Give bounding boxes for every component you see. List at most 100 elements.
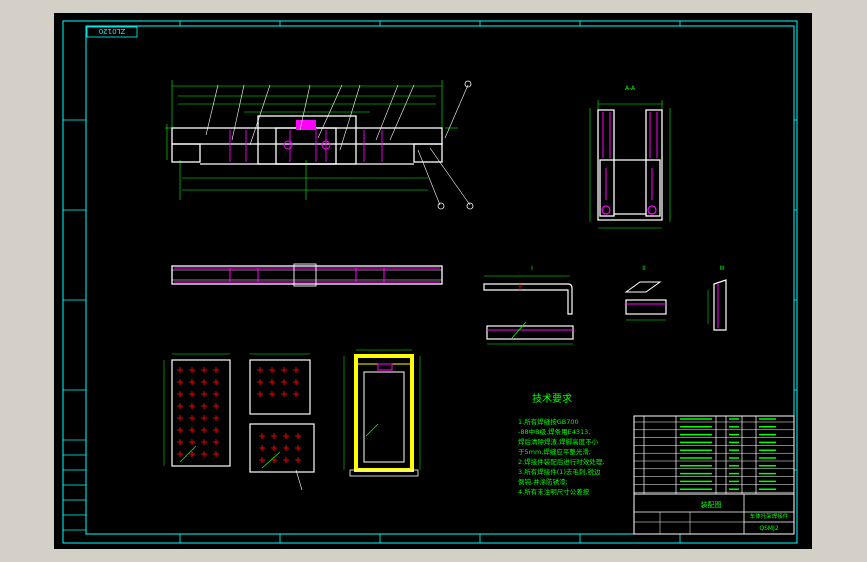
hole-mark: [293, 379, 299, 385]
hole-mark: [213, 451, 219, 457]
detail-small-part: III: [707, 265, 727, 331]
hole-mark: [201, 367, 207, 373]
hole-mark: [257, 391, 263, 397]
hole-mark: [189, 367, 195, 373]
plate-1-dims: [163, 353, 230, 466]
plate-1-crosses: [177, 367, 219, 457]
svg-text:II: II: [642, 265, 646, 272]
svg-text:I: I: [531, 265, 533, 272]
hole-mark: [177, 403, 183, 409]
hole-mark: [201, 451, 207, 457]
part-code: QSMJ2: [759, 525, 778, 532]
tech-req-line-8: 4.所有未注明尺寸公差按: [518, 487, 590, 496]
hole-mark: [201, 415, 207, 421]
frame-inner-outline: [363, 371, 405, 463]
hole-mark: [269, 379, 275, 385]
plate-2: [249, 353, 311, 415]
hole-mark: [269, 391, 275, 397]
hole-mark: [271, 457, 277, 463]
hole-mark: [177, 415, 183, 421]
hole-mark: [283, 445, 289, 451]
detail-bent-plate: I: [483, 265, 574, 345]
tech-req-line-4: 于5mm,焊缝应平整光滑;: [518, 447, 591, 456]
hole-mark: [189, 403, 195, 409]
hole-mark: [293, 367, 299, 373]
side-view-hole-right: [647, 205, 657, 215]
plate-2-crosses: [257, 367, 299, 397]
hole-mark: [177, 451, 183, 457]
hole-mark: [213, 391, 219, 397]
hole-mark: [295, 445, 301, 451]
hole-mark: [281, 379, 287, 385]
hole-mark: [177, 379, 183, 385]
bom-text: [680, 418, 776, 490]
hole-mark: [189, 427, 195, 433]
hole-mark: [259, 457, 265, 463]
plate-1: [163, 353, 231, 467]
hole-mark: [283, 457, 289, 463]
hole-mark: [177, 427, 183, 433]
revision-column: [62, 439, 87, 531]
sub-title: 装配图: [701, 500, 722, 509]
front-view: [165, 80, 474, 210]
svg-text:III: III: [719, 265, 725, 272]
hole-mark: [189, 415, 195, 421]
hole-mark: [283, 433, 289, 439]
hole-mark: [281, 367, 287, 373]
side-view: A-A: [589, 85, 671, 229]
cad-viewport[interactable]: ZL0120 A-A I II III 技术要求 1.所有焊缝按GB700 -8…: [54, 13, 812, 549]
tech-req-line-7: 倒钝,并涂防锈漆;: [518, 477, 568, 486]
title-block: 装配图 车体托架焊接件 QSMJ2: [633, 415, 795, 535]
hole-mark: [201, 379, 207, 385]
front-view-welds: [229, 128, 383, 162]
front-view-balloons: [437, 80, 474, 210]
drawing-canvas: ZL0120 A-A I II III 技术要求 1.所有焊缝按GB700 -8…: [62, 20, 798, 544]
side-view-label-mark: A-A: [625, 85, 636, 92]
side-view-outline: [597, 109, 663, 221]
hole-mark: [271, 445, 277, 451]
hole-mark: [259, 445, 265, 451]
tech-requirements: 技术要求 1.所有焊缝按GB700 -88中B级,焊条用E4313, 焊后清除焊…: [518, 392, 604, 496]
plate-2-outline: [249, 359, 311, 415]
hole-mark: [281, 391, 287, 397]
center-web-plate: [296, 120, 316, 130]
part-title: 车体托架焊接件: [750, 512, 789, 520]
front-view-dimensions: [165, 80, 458, 200]
tech-req-line-1: 1.所有焊缝按GB700: [518, 417, 579, 426]
side-view-welds: [602, 112, 658, 200]
hole-mark: [213, 403, 219, 409]
hole-mark: [257, 367, 263, 373]
hole-mark: [269, 367, 275, 373]
hole-mark: [201, 403, 207, 409]
hole-mark: [295, 433, 301, 439]
hole-mark: [201, 391, 207, 397]
hole-mark: [293, 391, 299, 397]
frame-view: [343, 349, 421, 477]
hole-mark: [213, 367, 219, 373]
top-view-outline: [171, 265, 443, 285]
tech-req-line-2: -88中B级,焊条用E4313,: [518, 427, 590, 436]
hole-mark: [201, 439, 207, 445]
hole-mark: [213, 379, 219, 385]
hole-mark: [257, 379, 263, 385]
tech-req-line-5: 2.焊接件装配后进行时效处理,: [518, 457, 604, 466]
plate-3: [249, 423, 315, 491]
side-view-hole-left: [601, 205, 611, 215]
hole-mark: [213, 427, 219, 433]
hole-mark: [177, 439, 183, 445]
bom-columns: [643, 416, 757, 494]
tech-req-line-3: 焊后清除焊渣,焊脚高度不小: [518, 437, 599, 446]
hole-mark: [201, 427, 207, 433]
hole-mark: [189, 439, 195, 445]
front-view-bolt-hole-left: [283, 140, 293, 150]
hole-mark: [295, 457, 301, 463]
plate-1-outline: [171, 359, 231, 467]
hole-mark: [189, 391, 195, 397]
hole-mark: [213, 439, 219, 445]
hole-mark: [271, 433, 277, 439]
hole-mark: [177, 367, 183, 373]
code-stamp: ZL0120: [99, 27, 126, 35]
plate-3-crosses: [259, 433, 301, 463]
hole-mark: [177, 391, 183, 397]
top-view: [171, 263, 443, 287]
